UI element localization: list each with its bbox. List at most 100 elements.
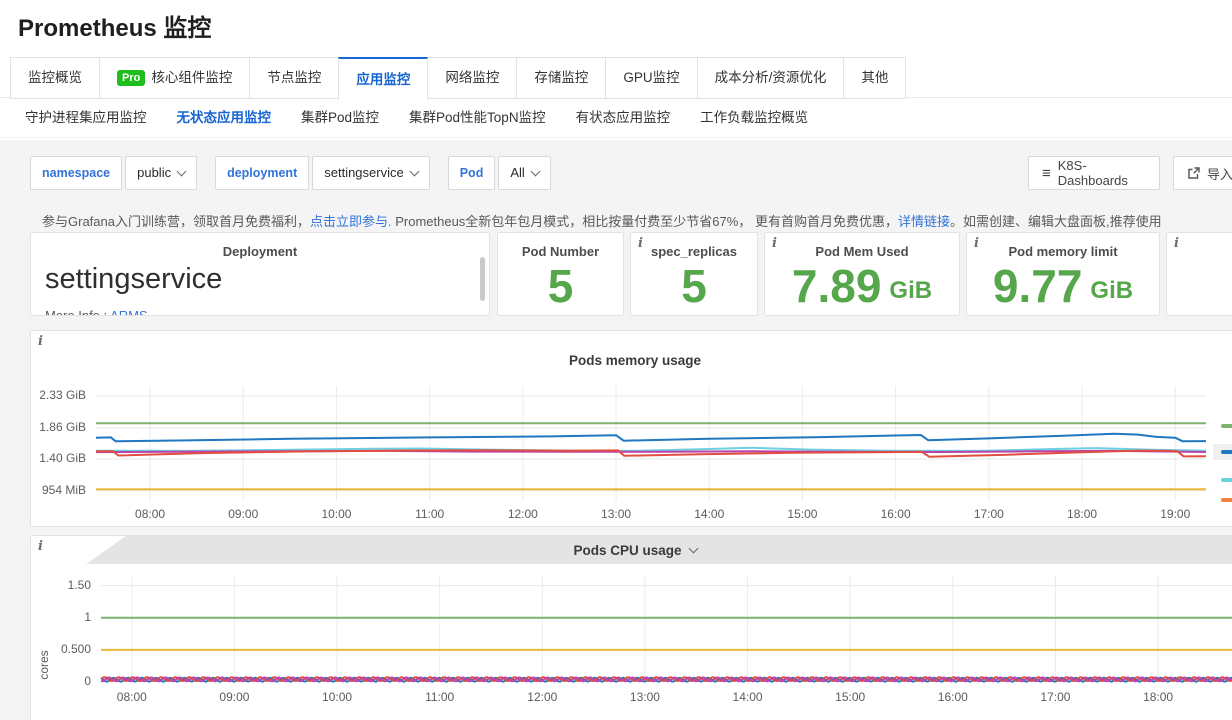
x-axis-tick: 11:00 <box>405 507 455 521</box>
menu-icon: ≡ <box>1042 165 1051 182</box>
primary-tab[interactable]: Pro 核心组件监控 <box>99 57 250 99</box>
x-axis-tick: 17:00 <box>964 507 1014 521</box>
primary-tab-label: 应用监控 <box>356 61 410 98</box>
y-axis-tick: 2.33 GiB <box>31 388 86 402</box>
stat-value: 7.89 GiB <box>765 257 959 315</box>
x-axis-tick: 16:00 <box>928 690 978 704</box>
primary-tab[interactable]: 节点监控 <box>249 57 339 99</box>
deployment-select[interactable]: settingservice <box>312 156 429 190</box>
panel-scrollbar[interactable] <box>480 257 485 301</box>
legend-swatch[interactable] <box>1221 424 1232 428</box>
secondary-tab[interactable]: 集群Pod监控 <box>301 105 379 131</box>
stat-value: 9.77 GiB <box>967 257 1159 315</box>
pod-mem-used-stat-panel: i Pod Mem Used 7.89 GiB <box>764 232 960 316</box>
arms-link[interactable]: ARMS <box>110 308 148 316</box>
namespace-filter: namespace public <box>30 156 197 190</box>
pro-badge: Pro <box>117 70 145 86</box>
more-info: More Info : ARMS <box>45 308 148 316</box>
banner-text: 。如需创建、编辑大盘面板,推荐使用 <box>950 214 1162 229</box>
namespace-select[interactable]: public <box>125 156 197 190</box>
x-axis-tick: 08:00 <box>125 507 175 521</box>
x-axis-tick: 15:00 <box>777 507 827 521</box>
y-axis-tick: 1.40 GiB <box>31 451 86 465</box>
y-axis-tick: 954 MiB <box>31 483 86 497</box>
deployment-stat-panel: Deployment settingservice More Info : AR… <box>30 232 490 316</box>
primary-tab[interactable]: 监控概览 <box>10 57 100 99</box>
info-icon[interactable]: i <box>974 236 979 251</box>
legend-swatch[interactable] <box>1221 498 1232 502</box>
filter-row: namespace public deployment settingservi… <box>30 156 551 190</box>
secondary-tab[interactable]: 守护进程集应用监控 <box>25 105 147 131</box>
info-icon[interactable]: i <box>772 236 777 251</box>
primary-tab-label: 节点监控 <box>267 58 321 98</box>
stat-value: 5 <box>498 257 623 315</box>
namespace-label: namespace <box>30 156 122 190</box>
x-axis-tick: 10:00 <box>312 690 362 704</box>
import-grafana-button[interactable]: 导入Grafana <box>1173 156 1232 190</box>
details-link[interactable]: 详情链接 <box>898 214 950 229</box>
secondary-tab[interactable]: 集群Pod性能TopN监控 <box>409 105 546 131</box>
primary-tab-label: GPU监控 <box>623 58 679 98</box>
y-axis-tick: 0 <box>31 674 91 688</box>
chart-title[interactable]: Pods CPU usage <box>31 536 1232 564</box>
info-icon[interactable]: i <box>1174 236 1179 251</box>
primary-tab-label: 核心组件监控 <box>151 58 232 98</box>
primary-tab[interactable]: 应用监控 <box>338 57 428 100</box>
x-axis-tick: 18:00 <box>1057 507 1107 521</box>
secondary-tab[interactable]: 无状态应用监控 <box>177 105 272 131</box>
chevron-down-icon <box>688 543 698 553</box>
x-axis-tick: 12:00 <box>517 690 567 704</box>
primary-tab-label: 其他 <box>861 58 888 98</box>
chevron-down-icon <box>530 166 540 176</box>
x-axis-tick: 13:00 <box>620 690 670 704</box>
primary-tab[interactable]: 成本分析/资源优化 <box>697 57 845 99</box>
primary-tab[interactable]: GPU监控 <box>605 57 697 99</box>
chart-title: Pods memory usage <box>31 353 1232 368</box>
x-axis-tick: 09:00 <box>218 507 268 521</box>
primary-tab-bar: 监控概览 Pro 核心组件监控节点监控应用监控网络监控存储监控 GPU监控成本分析/资… <box>10 57 905 100</box>
panel-title: Deployment <box>31 244 489 259</box>
export-icon <box>1187 167 1200 180</box>
k8s-dashboards-button[interactable]: ≡ K8S-Dashboards <box>1028 156 1160 190</box>
primary-tab-label: 监控概览 <box>28 58 82 98</box>
legend-swatch[interactable] <box>1221 478 1232 482</box>
pod-select[interactable]: All <box>498 156 550 190</box>
y-axis-tick: 1.86 GiB <box>31 420 86 434</box>
clipped-stat-panel: i <box>1166 232 1232 316</box>
info-icon[interactable]: i <box>38 334 43 349</box>
banner-text: Prometheus全新包年包月模式，相比按量付费至少节省67%， 更有首购首月… <box>392 214 898 229</box>
secondary-tab-bar: 守护进程集应用监控 无状态应用监控 集群Pod监控 集群Pod性能TopN监控 有状态应… <box>25 105 808 131</box>
primary-tab[interactable]: 其他 <box>843 57 906 99</box>
pod-number-stat-panel: Pod Number 5 <box>497 232 624 316</box>
deployment-value: settingservice <box>45 263 222 296</box>
unit-label: GiB <box>1090 277 1133 305</box>
pods-cpu-usage-panel: i Pods CPU usage cores 08:0009:0010:0011… <box>30 535 1232 720</box>
pods-memory-usage-panel: i Pods memory usage 08:00 09:00 10:00 11:00… <box>30 330 1232 527</box>
promo-banner: 参与Grafana入门训练营，领取首月免费福利，点击立即参与. Promethe… <box>42 211 1232 230</box>
join-now-link[interactable]: 点击立即参与. <box>310 214 392 229</box>
info-icon[interactable]: i <box>38 539 43 554</box>
secondary-tab[interactable]: 有状态应用监控 <box>576 105 671 131</box>
primary-tab[interactable]: 存储监控 <box>516 57 606 99</box>
x-axis-tick: 08:00 <box>107 690 157 704</box>
secondary-tab[interactable]: 工作负载监控概览 <box>700 105 808 131</box>
primary-tab[interactable]: 网络监控 <box>427 57 517 99</box>
chart-plot-area[interactable] <box>96 386 1206 501</box>
x-axis-tick: 10:00 <box>311 507 361 521</box>
x-axis-tick: 14:00 <box>723 690 773 704</box>
deployment-filter: deployment settingservice <box>215 156 430 190</box>
prometheus-dashboard: Prometheus 监控 监控概览Pro核心组件监控节点监控应用监控网络监控存… <box>0 0 1232 720</box>
pod-filter: Pod All <box>448 156 551 190</box>
x-axis-tick: 14:00 <box>684 507 734 521</box>
stat-value: 5 <box>631 257 757 315</box>
x-axis-tick: 15:00 <box>825 690 875 704</box>
info-icon[interactable]: i <box>638 236 643 251</box>
primary-tab-label: 成本分析/资源优化 <box>715 58 827 98</box>
chart-plot-area[interactable] <box>101 576 1232 682</box>
deployment-label: deployment <box>215 156 309 190</box>
banner-text: 参与Grafana入门训练营，领取首月免费福利， <box>42 214 310 229</box>
x-axis-tick: 13:00 <box>591 507 641 521</box>
x-axis-tick: 12:00 <box>498 507 548 521</box>
legend-swatch[interactable] <box>1221 450 1232 454</box>
y-axis-tick: 0.500 <box>31 642 91 656</box>
